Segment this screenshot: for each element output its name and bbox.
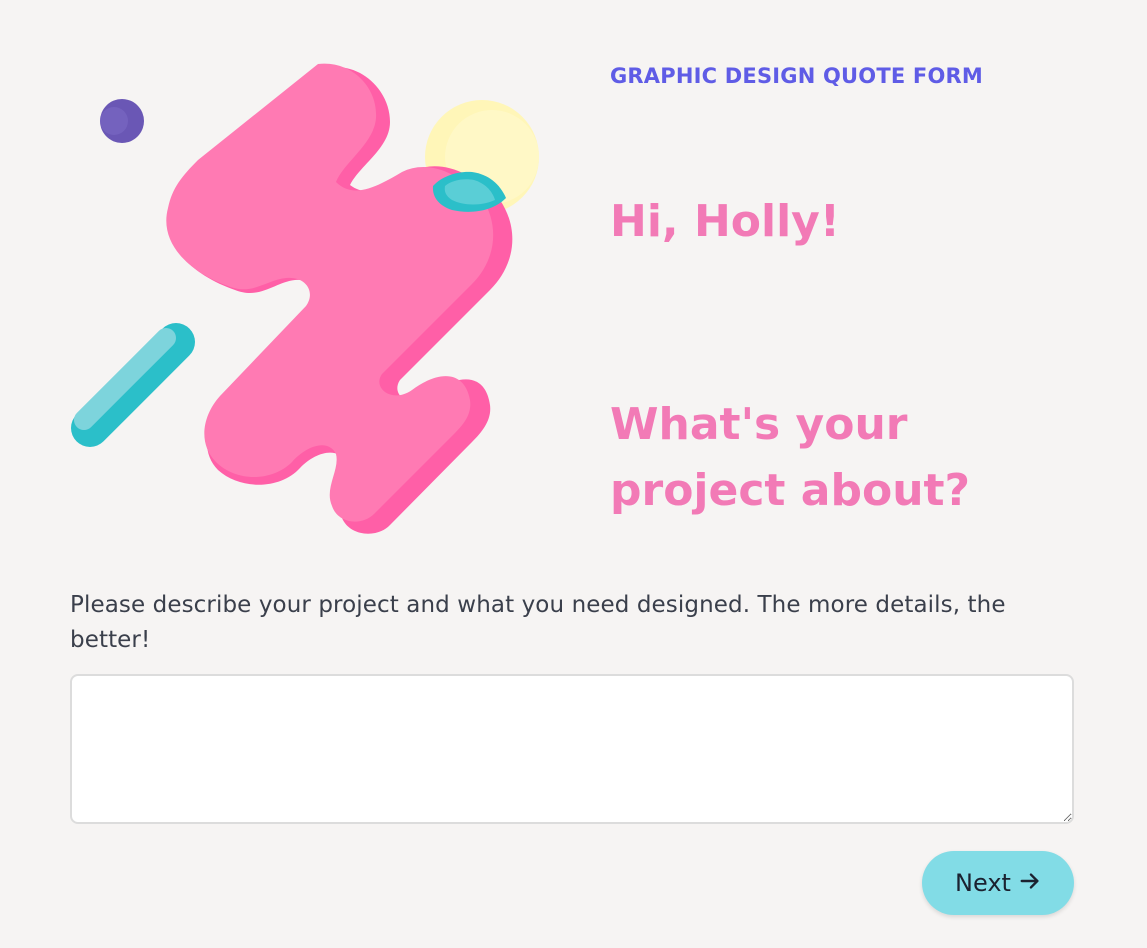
question-heading: What's your project about? (610, 399, 971, 516)
next-button-label: Next (955, 869, 1011, 897)
arrow-right-icon (1019, 870, 1041, 896)
form-tag: GRAPHIC DESIGN QUOTE FORM (610, 64, 984, 88)
next-button[interactable]: Next (922, 851, 1074, 915)
purple-dot-highlight (100, 107, 128, 135)
project-description-label: Please describe your project and what yo… (70, 592, 1006, 653)
abstract-shapes-illustration (71, 63, 539, 534)
greeting-heading: Hi, Holly! (610, 196, 840, 247)
project-description-input[interactable] (70, 674, 1074, 824)
